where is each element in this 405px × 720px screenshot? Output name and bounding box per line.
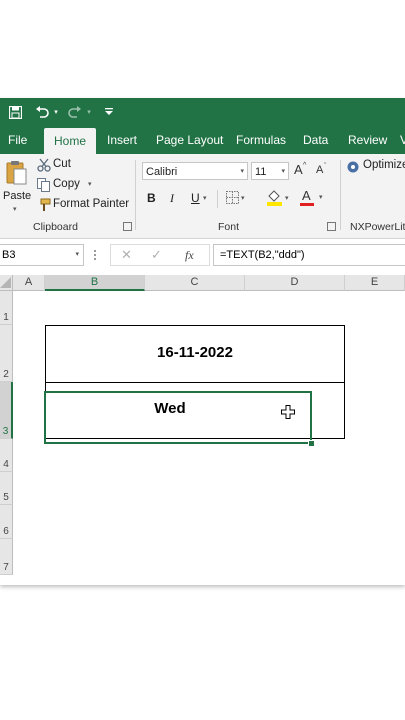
font-size-select[interactable]: 11 ▾: [251, 162, 289, 180]
customize-toolbar-icon[interactable]: [103, 103, 115, 121]
name-box-dropdown-icon: ▾: [75, 251, 79, 258]
font-group-label: Font: [218, 221, 240, 233]
ribbon-tabs: File Home Insert Page Layout Formulas Da…: [0, 126, 405, 154]
grow-arrow-icon: ^: [303, 162, 307, 169]
formula-buttons: ✕ ✓ fx: [110, 244, 210, 266]
font-name-value: Calibri: [146, 166, 178, 178]
font-name-select[interactable]: Calibri ▾: [142, 162, 248, 180]
nxpowerlite-group-label: NXPowerLite: [350, 221, 405, 233]
underline-button[interactable]: U: [191, 191, 200, 205]
font-name-dropdown-icon: ▾: [240, 168, 244, 175]
grow-font-icon: A: [294, 162, 303, 177]
grow-font-button[interactable]: A ^: [294, 162, 308, 180]
optimize-button[interactable]: Optimize: [347, 158, 405, 176]
redo-dropdown-icon[interactable]: ▾: [84, 103, 94, 121]
redo-icon[interactable]: [66, 103, 84, 121]
row-header-1[interactable]: 1: [0, 291, 13, 325]
font-color-icon: A: [302, 188, 311, 203]
date-value: 16-11-2022: [157, 344, 233, 361]
cut-label: Cut: [53, 158, 71, 170]
select-all-corner[interactable]: [0, 275, 13, 291]
row-header-3[interactable]: 3: [0, 382, 13, 439]
row-header-4[interactable]: 4: [0, 439, 13, 472]
title-bar: ▾ ▾: [0, 98, 405, 126]
enter-icon[interactable]: ✓: [151, 247, 162, 263]
undo-dropdown-icon[interactable]: ▾: [51, 103, 61, 121]
cursor-icon: [281, 405, 295, 424]
fill-color-button[interactable]: ▾: [267, 189, 293, 207]
format-painter-button[interactable]: Format Painter: [37, 197, 130, 213]
group-divider: [135, 160, 136, 230]
borders-dropdown-icon: ▾: [241, 195, 245, 202]
copy-label: Copy: [53, 178, 80, 190]
shrink-arrow-icon: ˇ: [324, 163, 327, 170]
row-header-2[interactable]: 2: [0, 325, 13, 382]
tab-formulas[interactable]: Formulas: [236, 126, 286, 154]
font-color-button[interactable]: A ▾: [300, 188, 326, 206]
formula-bar: B3 ▾ ✕ ✓ fx =TEXT(B2,"ddd"): [0, 244, 405, 268]
name-box-value: B3: [2, 249, 16, 261]
paste-dropdown-icon: ▾: [13, 206, 17, 213]
optimize-label: Optimize: [363, 159, 405, 171]
clipboard-launcher-icon[interactable]: [123, 222, 132, 231]
borders-icon: [226, 191, 239, 209]
insert-function-icon[interactable]: fx: [185, 248, 194, 263]
name-box[interactable]: B3 ▾: [0, 244, 84, 266]
fill-color-dropdown-icon: ▾: [285, 195, 289, 202]
ribbon: Paste ▾ Cut Copy ▾ Format Painter Clipbo…: [0, 154, 405, 239]
excel-window: ▾ ▾ File Home Insert Page Layout Formula…: [0, 98, 405, 585]
cut-button[interactable]: Cut: [37, 158, 87, 174]
shrink-font-button[interactable]: Aˇ: [316, 163, 330, 182]
font-color-dropdown-icon: ▾: [319, 194, 323, 201]
font-color-swatch: [300, 203, 314, 206]
copy-dropdown-icon: ▾: [88, 181, 92, 188]
formula-bar-grip-icon[interactable]: [94, 250, 100, 260]
group-divider: [340, 160, 341, 230]
cell-b2[interactable]: 16-11-2022: [45, 325, 345, 383]
tab-data[interactable]: Data: [303, 126, 328, 154]
column-header-d[interactable]: D: [245, 275, 345, 291]
clipboard-group-label: Clipboard: [33, 221, 78, 233]
shrink-font-icon: A: [316, 164, 324, 176]
column-header-b[interactable]: B: [45, 275, 145, 291]
copy-button[interactable]: Copy ▾: [37, 177, 97, 193]
formula-input[interactable]: =TEXT(B2,"ddd"): [213, 244, 405, 266]
select-all-icon: [0, 277, 11, 288]
paste-icon: [6, 160, 28, 191]
format-painter-label: Format Painter: [53, 198, 130, 210]
tab-home[interactable]: Home: [44, 128, 97, 154]
bold-button[interactable]: B: [147, 191, 156, 205]
undo-icon[interactable]: [33, 103, 51, 121]
optimize-icon: [347, 160, 359, 178]
divider: [217, 190, 218, 208]
tab-insert[interactable]: Insert: [107, 126, 137, 154]
fill-handle[interactable]: [308, 440, 315, 447]
font-size-value: 11: [255, 166, 267, 178]
copy-icon: [37, 178, 51, 197]
borders-button[interactable]: ▾: [226, 191, 248, 207]
italic-button[interactable]: I: [170, 191, 174, 206]
column-header-a[interactable]: A: [13, 275, 45, 291]
paintbrush-icon: [37, 198, 51, 217]
row-header-5[interactable]: 5: [0, 472, 13, 505]
cancel-icon[interactable]: ✕: [121, 247, 132, 263]
save-icon[interactable]: [6, 103, 24, 121]
tab-more[interactable]: V: [400, 126, 405, 154]
cell-selection: [44, 391, 312, 444]
paste-button[interactable]: Paste ▾: [3, 158, 31, 216]
tab-file[interactable]: File: [8, 126, 27, 154]
paint-bucket-icon: [267, 189, 282, 211]
column-header-e[interactable]: E: [345, 275, 405, 291]
scissors-icon: [37, 158, 51, 177]
tab-review[interactable]: Review: [348, 126, 387, 154]
row-header-6[interactable]: 6: [0, 505, 13, 539]
font-launcher-icon[interactable]: [327, 222, 336, 231]
row-header-7[interactable]: 7: [0, 539, 13, 575]
tab-page-layout[interactable]: Page Layout: [156, 126, 223, 154]
font-size-dropdown-icon: ▾: [281, 168, 285, 175]
column-header-c[interactable]: C: [145, 275, 245, 291]
paste-label: Paste: [3, 190, 32, 202]
underline-dropdown-icon[interactable]: ▾: [203, 194, 207, 202]
